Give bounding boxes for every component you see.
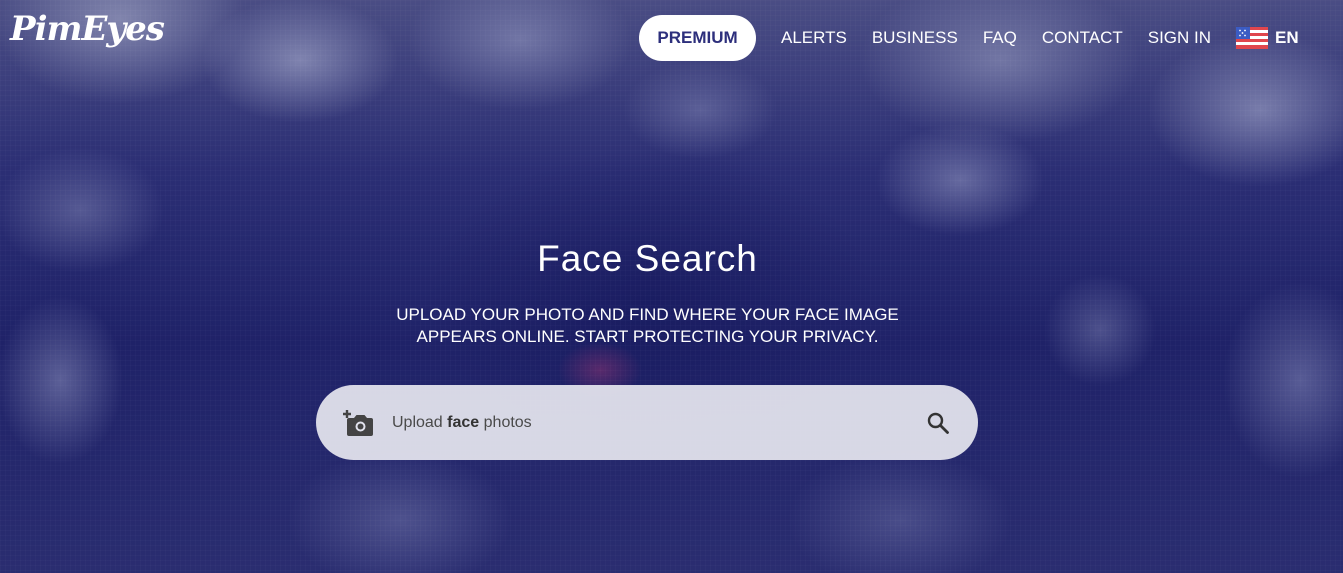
hero-subtitle-line-2: APPEARS ONLINE. START PROTECTING YOUR PR… <box>416 327 879 346</box>
add-camera-icon[interactable] <box>343 408 375 438</box>
upload-face-photos-label[interactable]: Upload face photos <box>392 414 926 432</box>
page: PimEyes PREMIUM ALERTS BUSINESS FAQ CONT… <box>0 0 1343 573</box>
blurred-background-image <box>0 0 1343 573</box>
upload-label-suffix: photos <box>483 413 532 431</box>
nav-link-sign-in[interactable]: SIGN IN <box>1148 28 1211 48</box>
upload-label-prefix: Upload <box>392 413 443 431</box>
hero-subtitle: UPLOAD YOUR PHOTO AND FIND WHERE YOUR FA… <box>380 304 915 348</box>
nav-link-contact[interactable]: CONTACT <box>1042 28 1123 48</box>
pimeyes-logo[interactable]: PimEyes <box>10 12 165 46</box>
page-title: Face Search <box>537 238 758 279</box>
language-selector[interactable]: EN <box>1236 27 1299 49</box>
upload-label-bold: face <box>447 413 480 431</box>
upload-search-bar[interactable]: Upload face photos <box>316 385 978 460</box>
language-label: EN <box>1275 28 1299 47</box>
us-flag-icon <box>1236 27 1269 49</box>
search-icon[interactable] <box>926 411 950 435</box>
premium-button[interactable]: PREMIUM <box>639 15 756 61</box>
top-navigation: PREMIUM ALERTS BUSINESS FAQ CONTACT SIGN… <box>639 15 1299 61</box>
nav-link-alerts[interactable]: ALERTS <box>781 28 847 48</box>
nav-link-faq[interactable]: FAQ <box>983 28 1017 48</box>
hero-subtitle-line-1: UPLOAD YOUR PHOTO AND FIND WHERE YOUR FA… <box>396 305 899 324</box>
nav-link-business[interactable]: BUSINESS <box>872 28 958 48</box>
